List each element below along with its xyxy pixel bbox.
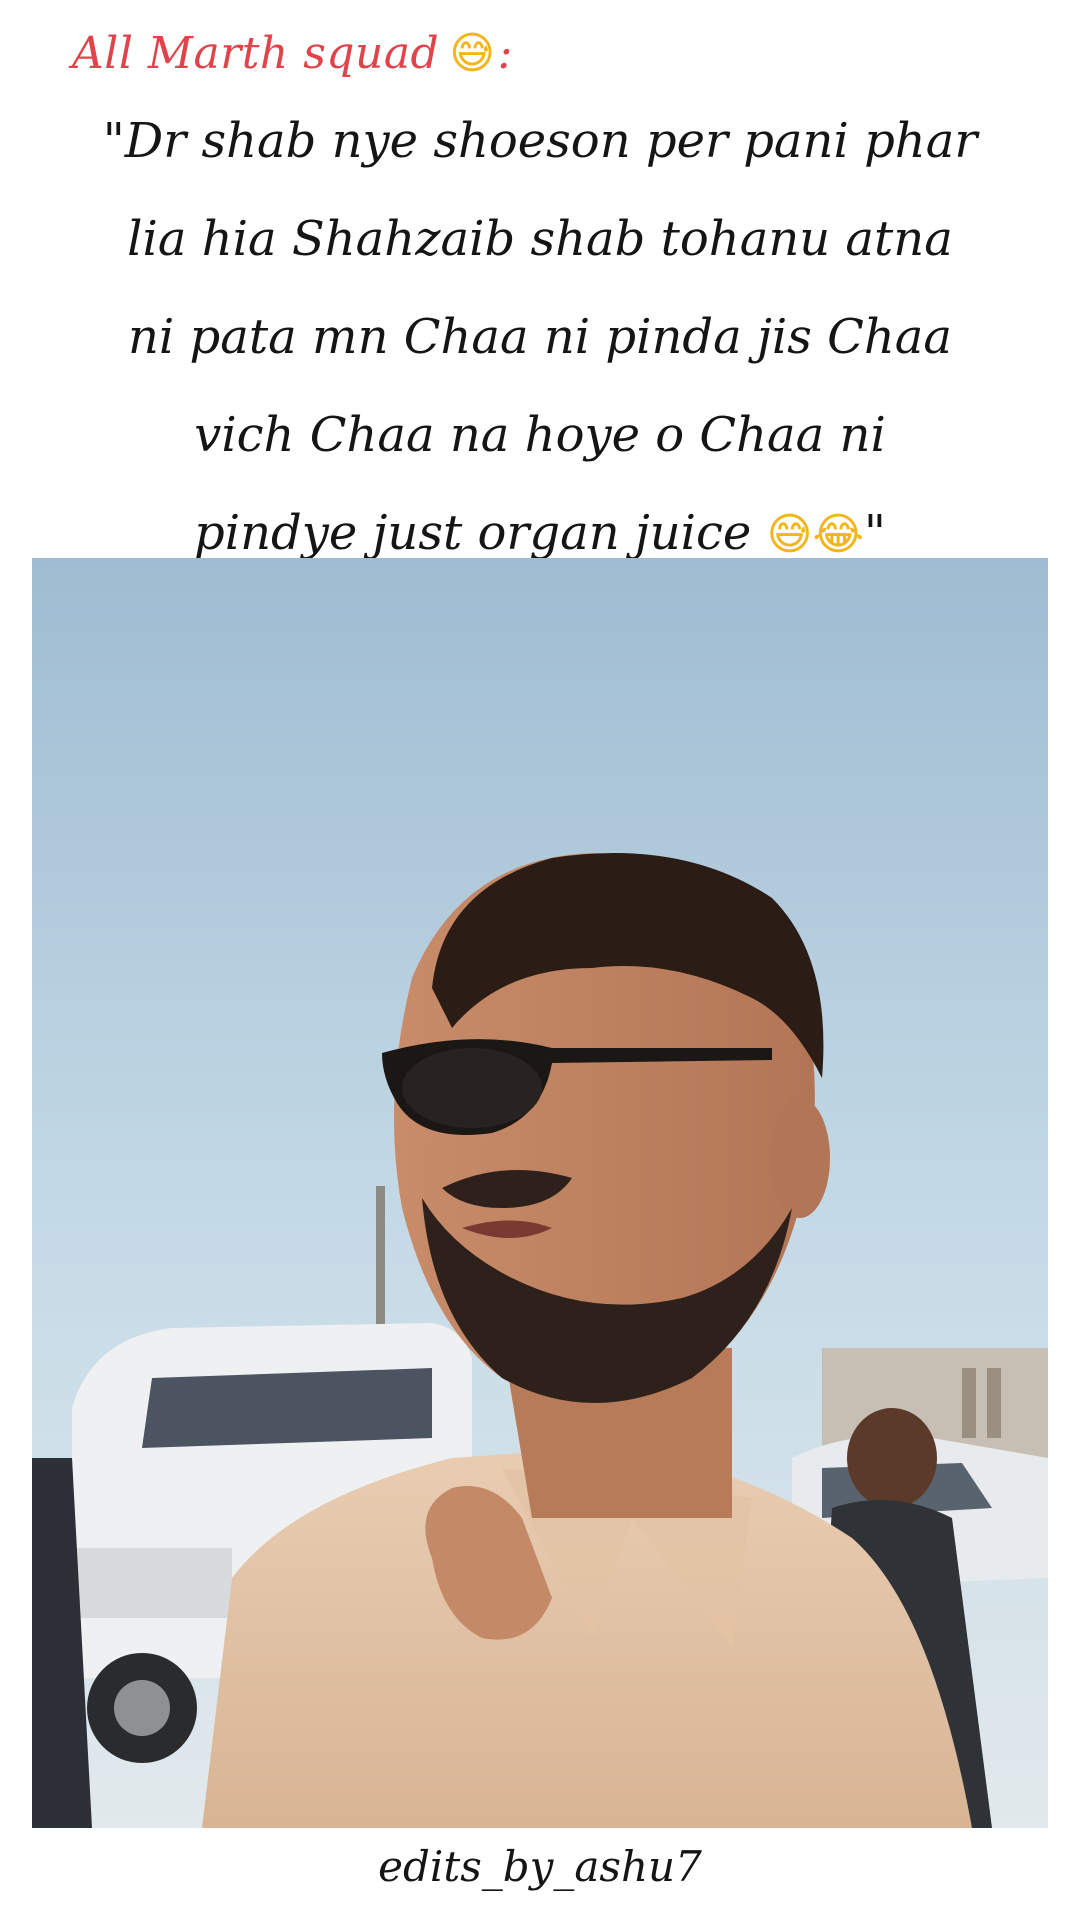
grinning-sweat-icon: 😅 xyxy=(766,509,813,560)
caption-line-2: lia hia Shahzaib shab tohanu atna xyxy=(127,211,953,267)
caption-line-3: ni pata mn Chaa ni pinda jis Chaa xyxy=(128,309,952,365)
caption-line-1: "Dr shab nye shoeson per pani phar xyxy=(102,113,978,169)
background-person-head xyxy=(847,1408,937,1508)
grinning-sweat-icon: 😅 xyxy=(449,27,496,79)
video-frame-photo xyxy=(32,558,1048,1828)
caption-line-5-text: pindye just organ juice xyxy=(194,505,752,561)
header-line: All Marth squad 😅: xyxy=(72,28,513,79)
caption-text: "Dr shab nye shoeson per pani phar lia h… xyxy=(40,92,1040,582)
tears-of-joy-icon: 😂 xyxy=(812,509,864,560)
photo-illustration xyxy=(32,558,1048,1828)
caption-end-quote: " xyxy=(863,505,886,561)
header-title: All Marth squad xyxy=(72,28,440,79)
caption-line-4: vich Chaa na hoye o Chaa ni xyxy=(194,407,886,463)
header-suffix: : xyxy=(497,28,513,79)
creator-credit: edits_by_ashu7 xyxy=(378,1842,702,1891)
